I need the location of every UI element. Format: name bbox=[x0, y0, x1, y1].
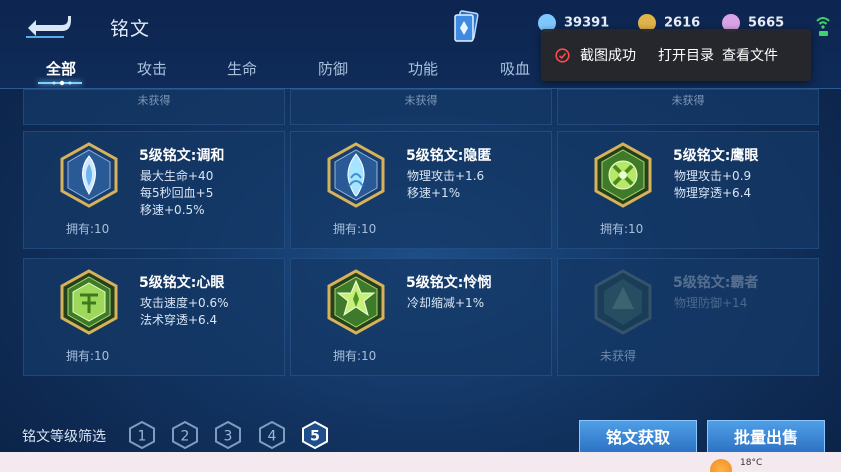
rune-stats: 冷却缩减+1% bbox=[407, 296, 485, 310]
rune-deck-icon[interactable] bbox=[452, 10, 480, 44]
rune-name: 5级铭文:隐匿 bbox=[406, 148, 492, 164]
rune-card-partial[interactable]: 未获得 bbox=[290, 89, 552, 125]
level-filter-3[interactable]: 3 bbox=[213, 420, 243, 450]
tab-defense[interactable]: 防御 bbox=[318, 58, 348, 79]
level-filter-2[interactable]: 2 bbox=[170, 420, 200, 450]
rune-owned-status: 未获得 bbox=[137, 94, 171, 107]
open-directory-link[interactable]: 打开目录 bbox=[658, 45, 714, 65]
rune-owned-status: 未获得 bbox=[404, 94, 438, 107]
stealth-rune-icon bbox=[327, 142, 385, 208]
bottom-bar: 铭文等级筛选 1 2 3 4 5 铭文获取 批量出售 bbox=[0, 412, 841, 456]
rune-card-mercy[interactable]: 5级铭文:怜悯 冷却缩减+1% 拥有:10 bbox=[290, 258, 552, 376]
weather-temperature: 18°C bbox=[740, 458, 763, 468]
error-circle-icon bbox=[555, 47, 570, 63]
rune-card-partial[interactable]: 未获得 bbox=[557, 89, 819, 125]
harmony-rune-icon bbox=[60, 142, 118, 208]
tab-indicator-dots-icon bbox=[52, 80, 72, 86]
rune-name: 5级铭文:心眼 bbox=[139, 275, 225, 291]
rune-owned-count: 拥有:10 bbox=[66, 349, 110, 363]
mercy-rune-icon bbox=[327, 269, 385, 335]
toast-message: 截图成功 bbox=[580, 48, 636, 64]
rune-card-harmony[interactable]: 5级铭文:调和 最大生命+40 每5秒回血+5 移速+0.5% 拥有:10 bbox=[23, 131, 285, 249]
rune-card-partial[interactable]: 未获得 bbox=[23, 89, 285, 125]
svg-text:4: 4 bbox=[268, 429, 277, 445]
rune-card-hawkeye[interactable]: 5级铭文:鹰眼 物理攻击+0.9 物理穿透+6.4 拥有:10 bbox=[557, 131, 819, 249]
screenshot-toast: 截图成功 打开目录 查看文件 bbox=[541, 29, 811, 81]
rune-card-stealth[interactable]: 5级铭文:隐匿 物理攻击+1.6 移速+1% 拥有:10 bbox=[290, 131, 552, 249]
rune-owned-status: 未获得 bbox=[671, 94, 705, 107]
level-filter-1[interactable]: 1 bbox=[127, 420, 157, 450]
rune-stats: 物理攻击+0.9 物理穿透+6.4 bbox=[674, 169, 752, 200]
tab-lifesteal[interactable]: 吸血 bbox=[500, 58, 530, 79]
tab-attack[interactable]: 攻击 bbox=[137, 58, 167, 79]
svg-text:5: 5 bbox=[310, 429, 320, 445]
rune-owned-status: 未获得 bbox=[600, 349, 637, 363]
svg-text:2: 2 bbox=[181, 429, 190, 445]
wifi-icon bbox=[816, 17, 830, 36]
overlord-rune-icon bbox=[594, 269, 652, 335]
rune-name: 5级铭文:鹰眼 bbox=[673, 148, 759, 164]
svg-text:3: 3 bbox=[224, 429, 233, 445]
obtain-rune-button[interactable]: 铭文获取 bbox=[579, 420, 697, 456]
rune-stats: 物理攻击+1.6 移速+1% bbox=[407, 169, 485, 200]
tab-health[interactable]: 生命 bbox=[227, 58, 257, 79]
rune-owned-count: 拥有:10 bbox=[600, 222, 644, 236]
rune-stats: 攻击速度+0.6% 法术穿透+6.4 bbox=[140, 296, 229, 327]
back-arrow-icon[interactable] bbox=[22, 10, 74, 40]
rune-owned-count: 拥有:10 bbox=[333, 222, 377, 236]
level-filter-label: 铭文等级筛选 bbox=[22, 429, 106, 445]
rune-name: 5级铭文:怜悯 bbox=[406, 275, 492, 291]
rune-card-overlord[interactable]: 5级铭文:霸者 物理防御+14 未获得 bbox=[557, 258, 819, 376]
level-filter-5-selected[interactable]: 5 bbox=[300, 420, 330, 450]
view-file-link[interactable]: 查看文件 bbox=[722, 45, 778, 65]
level-filter-4[interactable]: 4 bbox=[257, 420, 287, 450]
rune-name: 5级铭文:霸者 bbox=[673, 275, 759, 291]
page-title: 铭文 bbox=[110, 18, 151, 40]
svg-text:1: 1 bbox=[138, 429, 147, 445]
mind-eye-rune-icon bbox=[60, 269, 118, 335]
tab-all[interactable]: 全部 bbox=[46, 58, 76, 79]
hawkeye-rune-icon bbox=[594, 142, 652, 208]
rune-stats: 最大生命+40 每5秒回血+5 移速+0.5% bbox=[140, 169, 214, 217]
rune-card-mind-eye[interactable]: 5级铭文:心眼 攻击速度+0.6% 法术穿透+6.4 拥有:10 bbox=[23, 258, 285, 376]
rune-stats: 物理防御+14 bbox=[674, 296, 748, 310]
rune-name: 5级铭文:调和 bbox=[139, 148, 225, 164]
tab-utility[interactable]: 功能 bbox=[408, 58, 438, 79]
rune-owned-count: 拥有:10 bbox=[66, 222, 110, 236]
rune-owned-count: 拥有:10 bbox=[333, 349, 377, 363]
batch-sell-button[interactable]: 批量出售 bbox=[707, 420, 825, 456]
